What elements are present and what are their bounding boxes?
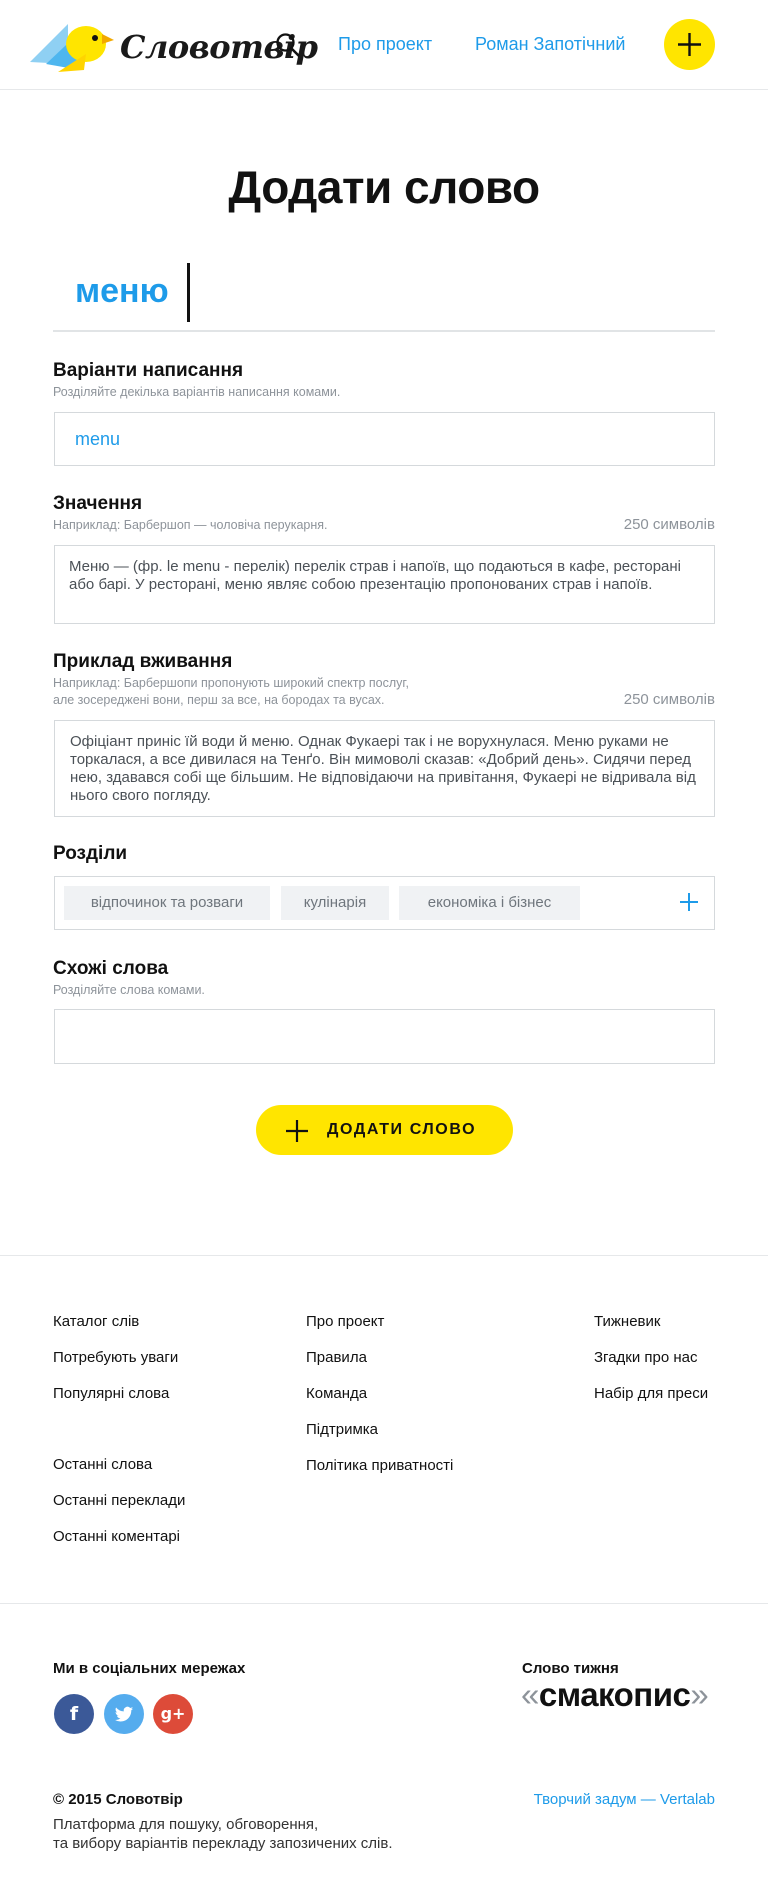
sections-label: Розділи bbox=[53, 843, 128, 864]
quote-open: « bbox=[521, 1676, 539, 1713]
meaning-label: Значення bbox=[53, 493, 143, 514]
similar-hint: Розділяйте слова комами. bbox=[53, 983, 205, 997]
example-hint-line2: але зосереджені вони, перш за все, на бо… bbox=[53, 693, 385, 707]
plus-icon bbox=[286, 1120, 308, 1142]
footer-link-mentions[interactable]: Згадки про нас bbox=[594, 1349, 698, 1366]
footer-link-needs-attention[interactable]: Потребують уваги bbox=[53, 1349, 178, 1366]
example-hint-line1: Наприклад: Барбершопи пропонують широкий… bbox=[53, 676, 409, 690]
spelling-label: Варіанти написання bbox=[53, 360, 244, 381]
plus-icon bbox=[678, 33, 701, 56]
word-input-value: меню bbox=[75, 272, 169, 310]
footer-link-catalog[interactable]: Каталог слів bbox=[53, 1313, 139, 1330]
example-value: Офіціант приніс їй води й меню. Однак Фу… bbox=[70, 733, 696, 804]
bird-logo-icon bbox=[30, 24, 114, 72]
footer-link-privacy[interactable]: Політика приватності bbox=[306, 1457, 453, 1474]
footer-link-support[interactable]: Підтримка bbox=[306, 1421, 378, 1438]
search-icon[interactable] bbox=[275, 32, 301, 58]
footer-link-recent-translations[interactable]: Останні переклади bbox=[53, 1492, 185, 1509]
nav-about-link[interactable]: Про проект bbox=[338, 34, 432, 55]
footer-link-team[interactable]: Команда bbox=[306, 1385, 367, 1402]
sections-field[interactable]: відпочинок та розваги кулінарія економік… bbox=[54, 876, 715, 930]
example-label: Приклад вживання bbox=[53, 651, 233, 672]
add-section-icon[interactable] bbox=[678, 891, 700, 913]
social-title: Ми в соціальних мережах bbox=[53, 1660, 246, 1677]
footer-divider bbox=[0, 1255, 768, 1256]
similar-field[interactable] bbox=[54, 1009, 715, 1064]
word-input[interactable]: меню bbox=[53, 262, 715, 332]
twitter-icon[interactable] bbox=[104, 1694, 144, 1734]
add-word-header-button[interactable] bbox=[664, 19, 715, 70]
footer-link-press-kit[interactable]: Набір для преси bbox=[594, 1385, 708, 1402]
footer-link-recent-comments[interactable]: Останні коментарі bbox=[53, 1528, 180, 1545]
footer-link-rules[interactable]: Правила bbox=[306, 1349, 367, 1366]
footer-link-recent-words[interactable]: Останні слова bbox=[53, 1456, 152, 1473]
add-word-button[interactable]: ДОДАТИ СЛОВО bbox=[256, 1105, 513, 1155]
meaning-value: Меню — (фр. le menu - перелік) перелік с… bbox=[69, 558, 681, 593]
nav-user-link[interactable]: Роман Запотічний bbox=[475, 34, 625, 55]
spelling-hint: Розділяйте декілька варіантів написання … bbox=[53, 385, 341, 399]
spelling-field[interactable]: menu bbox=[54, 412, 715, 466]
meaning-textarea[interactable]: Меню — (фр. le menu - перелік) перелік с… bbox=[54, 545, 715, 624]
section-tag[interactable]: кулінарія bbox=[281, 886, 389, 920]
section-tag[interactable]: економіка і бізнес bbox=[399, 886, 580, 920]
footer-divider bbox=[0, 1603, 768, 1604]
footer-link-about[interactable]: Про проект bbox=[306, 1313, 384, 1330]
section-tag[interactable]: відпочинок та розваги bbox=[64, 886, 270, 920]
add-word-button-label: ДОДАТИ СЛОВО bbox=[327, 1121, 477, 1138]
word-of-week-link[interactable]: «смакопис» bbox=[521, 1676, 709, 1714]
similar-label: Схожі слова bbox=[53, 958, 169, 979]
text-caret bbox=[187, 263, 190, 322]
site-header: Словотвір Про проект Роман Запотічний bbox=[0, 0, 768, 90]
word-of-week: смакопис bbox=[538, 1676, 691, 1713]
site-description-line1: Платформа для пошуку, обговорення, bbox=[53, 1816, 319, 1833]
footer-link-popular[interactable]: Популярні слова bbox=[53, 1385, 169, 1402]
meaning-counter: 250 символів bbox=[623, 516, 715, 533]
google-plus-icon[interactable]: g+ bbox=[153, 1694, 193, 1734]
meaning-hint: Наприклад: Барбершоп — чоловіча перукарн… bbox=[53, 518, 328, 532]
spelling-value: menu bbox=[75, 429, 121, 449]
example-counter: 250 символів bbox=[623, 691, 715, 708]
site-description-line2: та вибору варіантів перекладу запозичени… bbox=[53, 1835, 393, 1852]
facebook-icon[interactable]: f bbox=[54, 1694, 94, 1734]
quote-close: » bbox=[690, 1676, 709, 1713]
site-description: Платформа для пошуку, обговорення, та ви… bbox=[53, 1815, 453, 1853]
credit-link[interactable]: Творчий задум — Vertalab bbox=[534, 1791, 715, 1808]
example-textarea[interactable]: Офіціант приніс їй води й меню. Однак Фу… bbox=[54, 720, 715, 817]
footer-link-weekly[interactable]: Тижневик bbox=[594, 1313, 660, 1330]
site-logo[interactable]: Словотвір bbox=[28, 14, 318, 78]
word-of-week-title: Слово тижня bbox=[522, 1660, 619, 1677]
copyright: © 2015 Словотвір bbox=[53, 1791, 183, 1808]
page-title: Додати слово bbox=[228, 161, 540, 213]
